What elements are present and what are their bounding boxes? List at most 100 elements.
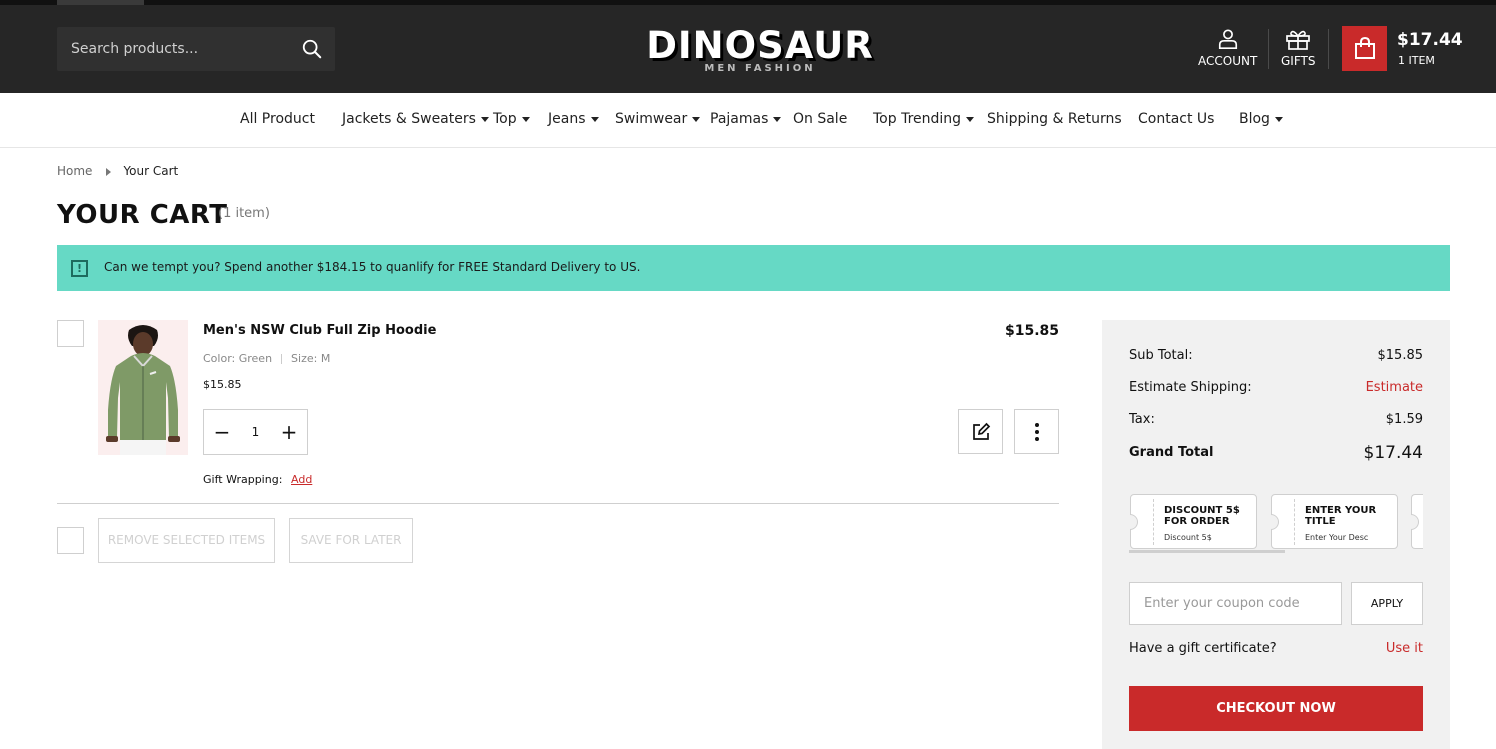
item-select-checkbox[interactable]: [57, 320, 84, 347]
nav-item-all-product[interactable]: All Product: [240, 111, 315, 127]
gifts-link[interactable]: GIFTS: [1281, 28, 1315, 68]
header-divider: [1268, 29, 1269, 69]
nav-item-contact-us[interactable]: Contact Us: [1138, 111, 1214, 127]
shipping-row: Estimate Shipping: Estimate: [1129, 380, 1423, 395]
product-name[interactable]: Men's NSW Club Full Zip Hoodie: [203, 323, 436, 338]
product-options: Color: Green Size: M: [203, 352, 330, 365]
free-shipping-notice: ! Can we tempt you? Spend another $184.1…: [57, 245, 1450, 291]
tax-value: $1.59: [1385, 412, 1423, 427]
nav-item-jackets-sweaters[interactable]: Jackets & Sweaters: [342, 111, 489, 127]
option-divider: [281, 354, 283, 364]
site-logo[interactable]: DINOSAUR MEN FASHION: [640, 24, 880, 75]
nav-item-shipping-returns[interactable]: Shipping & Returns: [987, 111, 1122, 127]
nav-item-blog[interactable]: Blog: [1239, 111, 1283, 127]
coupon-title: DISCOUNT 5$ FOR ORDER: [1164, 505, 1240, 527]
cart-total[interactable]: $17.44: [1397, 30, 1463, 50]
gift-certificate-row: Have a gift certificate? Use it: [1129, 641, 1423, 656]
breadcrumb-home[interactable]: Home: [57, 164, 92, 178]
decrease-quantity-button[interactable]: −: [204, 410, 240, 454]
subtotal-value: $15.85: [1377, 348, 1424, 363]
site-header: DINOSAUR MEN FASHION ACCOUNT GIFTS $17.4…: [0, 0, 1496, 93]
caret-down-icon: [1274, 116, 1283, 122]
size-value: M: [320, 352, 331, 365]
edit-icon: [973, 422, 991, 440]
coupon-notch: [1271, 514, 1279, 530]
select-all-checkbox[interactable]: [57, 527, 84, 554]
product-image[interactable]: [98, 320, 188, 455]
cart-divider: [57, 503, 1059, 504]
nav-item-top[interactable]: Top: [493, 111, 530, 127]
nav-item-jeans[interactable]: Jeans: [548, 111, 599, 127]
caret-down-icon: [590, 116, 599, 122]
notice-text: Can we tempt you? Spend another $184.15 …: [104, 260, 641, 274]
chevron-right-icon: [106, 167, 112, 176]
subtotal-row: Sub Total: $15.85: [1129, 348, 1423, 363]
more-vertical-icon: [1035, 423, 1039, 441]
line-total: $15.85: [1004, 323, 1059, 339]
tax-label: Tax:: [1129, 412, 1155, 427]
caret-down-icon: [966, 116, 975, 122]
coupon-notch: [1411, 514, 1419, 530]
size-label: Size:: [291, 352, 318, 365]
apply-coupon-button[interactable]: APPLY: [1351, 582, 1423, 625]
cart-item-count-label: (1 item): [218, 206, 270, 221]
nav-item-pajamas[interactable]: Pajamas: [710, 111, 782, 127]
cart-item-count[interactable]: 1 ITEM: [1398, 54, 1435, 67]
remove-selected-button[interactable]: REMOVE SELECTED ITEMS: [98, 518, 275, 563]
coupon-desc: Discount 5$: [1164, 533, 1212, 542]
color-value: Green: [238, 352, 273, 365]
search-input[interactable]: [71, 27, 291, 71]
coupon-card[interactable]: ENTER YOUR TITLE Enter Your Desc: [1271, 494, 1398, 549]
grand-total-value: $17.44: [1363, 443, 1423, 463]
nav-item-on-sale[interactable]: On Sale: [793, 111, 847, 127]
header-divider: [1328, 29, 1329, 69]
search-box: [57, 27, 335, 71]
gift-certificate-label: Have a gift certificate?: [1129, 641, 1277, 656]
subtotal-label: Sub Total:: [1129, 348, 1193, 363]
coupon-card-partial[interactable]: [1411, 494, 1423, 549]
search-icon[interactable]: [301, 38, 325, 62]
nav-item-swimwear[interactable]: Swimwear: [615, 111, 701, 127]
gift-icon: [1286, 30, 1311, 50]
gift-wrapping-add-link[interactable]: Add: [291, 473, 312, 486]
edit-item-button[interactable]: [958, 409, 1003, 454]
cart-button[interactable]: [1342, 26, 1387, 71]
quantity-input[interactable]: [240, 410, 271, 454]
estimate-shipping-link[interactable]: Estimate: [1366, 380, 1423, 395]
increase-quantity-button[interactable]: +: [271, 410, 307, 454]
gift-wrapping-label: Gift Wrapping:: [203, 473, 283, 486]
gifts-label: GIFTS: [1281, 54, 1316, 68]
hoodie-product-photo: [98, 320, 188, 455]
grand-total-row: Grand Total $17.44: [1129, 443, 1423, 463]
shipping-label: Estimate Shipping:: [1129, 380, 1252, 395]
coupon-scrollbar[interactable]: [1129, 550, 1285, 553]
account-link[interactable]: ACCOUNT: [1198, 28, 1257, 68]
user-icon: [1218, 29, 1237, 49]
caret-down-icon: [692, 116, 701, 122]
caret-down-icon: [773, 116, 782, 122]
coupon-code-input[interactable]: [1129, 582, 1342, 625]
nav-item-top-trending[interactable]: Top Trending: [873, 111, 975, 127]
caret-down-icon: [480, 116, 489, 122]
checkout-button[interactable]: CHECKOUT NOW: [1129, 686, 1423, 731]
coupon-perforation: [1153, 499, 1154, 545]
save-for-later-button[interactable]: SAVE FOR LATER: [289, 518, 413, 563]
tax-row: Tax: $1.59: [1129, 412, 1423, 427]
coupon-notch: [1130, 514, 1138, 530]
shopping-bag-icon: [1355, 36, 1375, 59]
unit-price: $15.85: [203, 378, 242, 391]
header-strip-marker: [57, 0, 144, 5]
quantity-stepper: − +: [203, 409, 308, 455]
page-title: YOUR CART: [57, 200, 228, 230]
logo-wordmark: DINOSAUR: [646, 24, 874, 67]
use-gift-certificate-link[interactable]: Use it: [1386, 641, 1423, 656]
main-nav: All Product Jackets & Sweaters Top Jeans…: [0, 93, 1496, 148]
coupon-card[interactable]: DISCOUNT 5$ FOR ORDER Discount 5$: [1130, 494, 1257, 549]
breadcrumb-current: Your Cart: [123, 164, 179, 178]
alert-icon: !: [71, 260, 88, 277]
account-label: ACCOUNT: [1198, 54, 1258, 68]
more-options-button[interactable]: [1014, 409, 1059, 454]
color-label: Color:: [203, 352, 236, 365]
breadcrumb: Home Your Cart: [57, 164, 178, 178]
coupon-perforation: [1294, 499, 1295, 545]
